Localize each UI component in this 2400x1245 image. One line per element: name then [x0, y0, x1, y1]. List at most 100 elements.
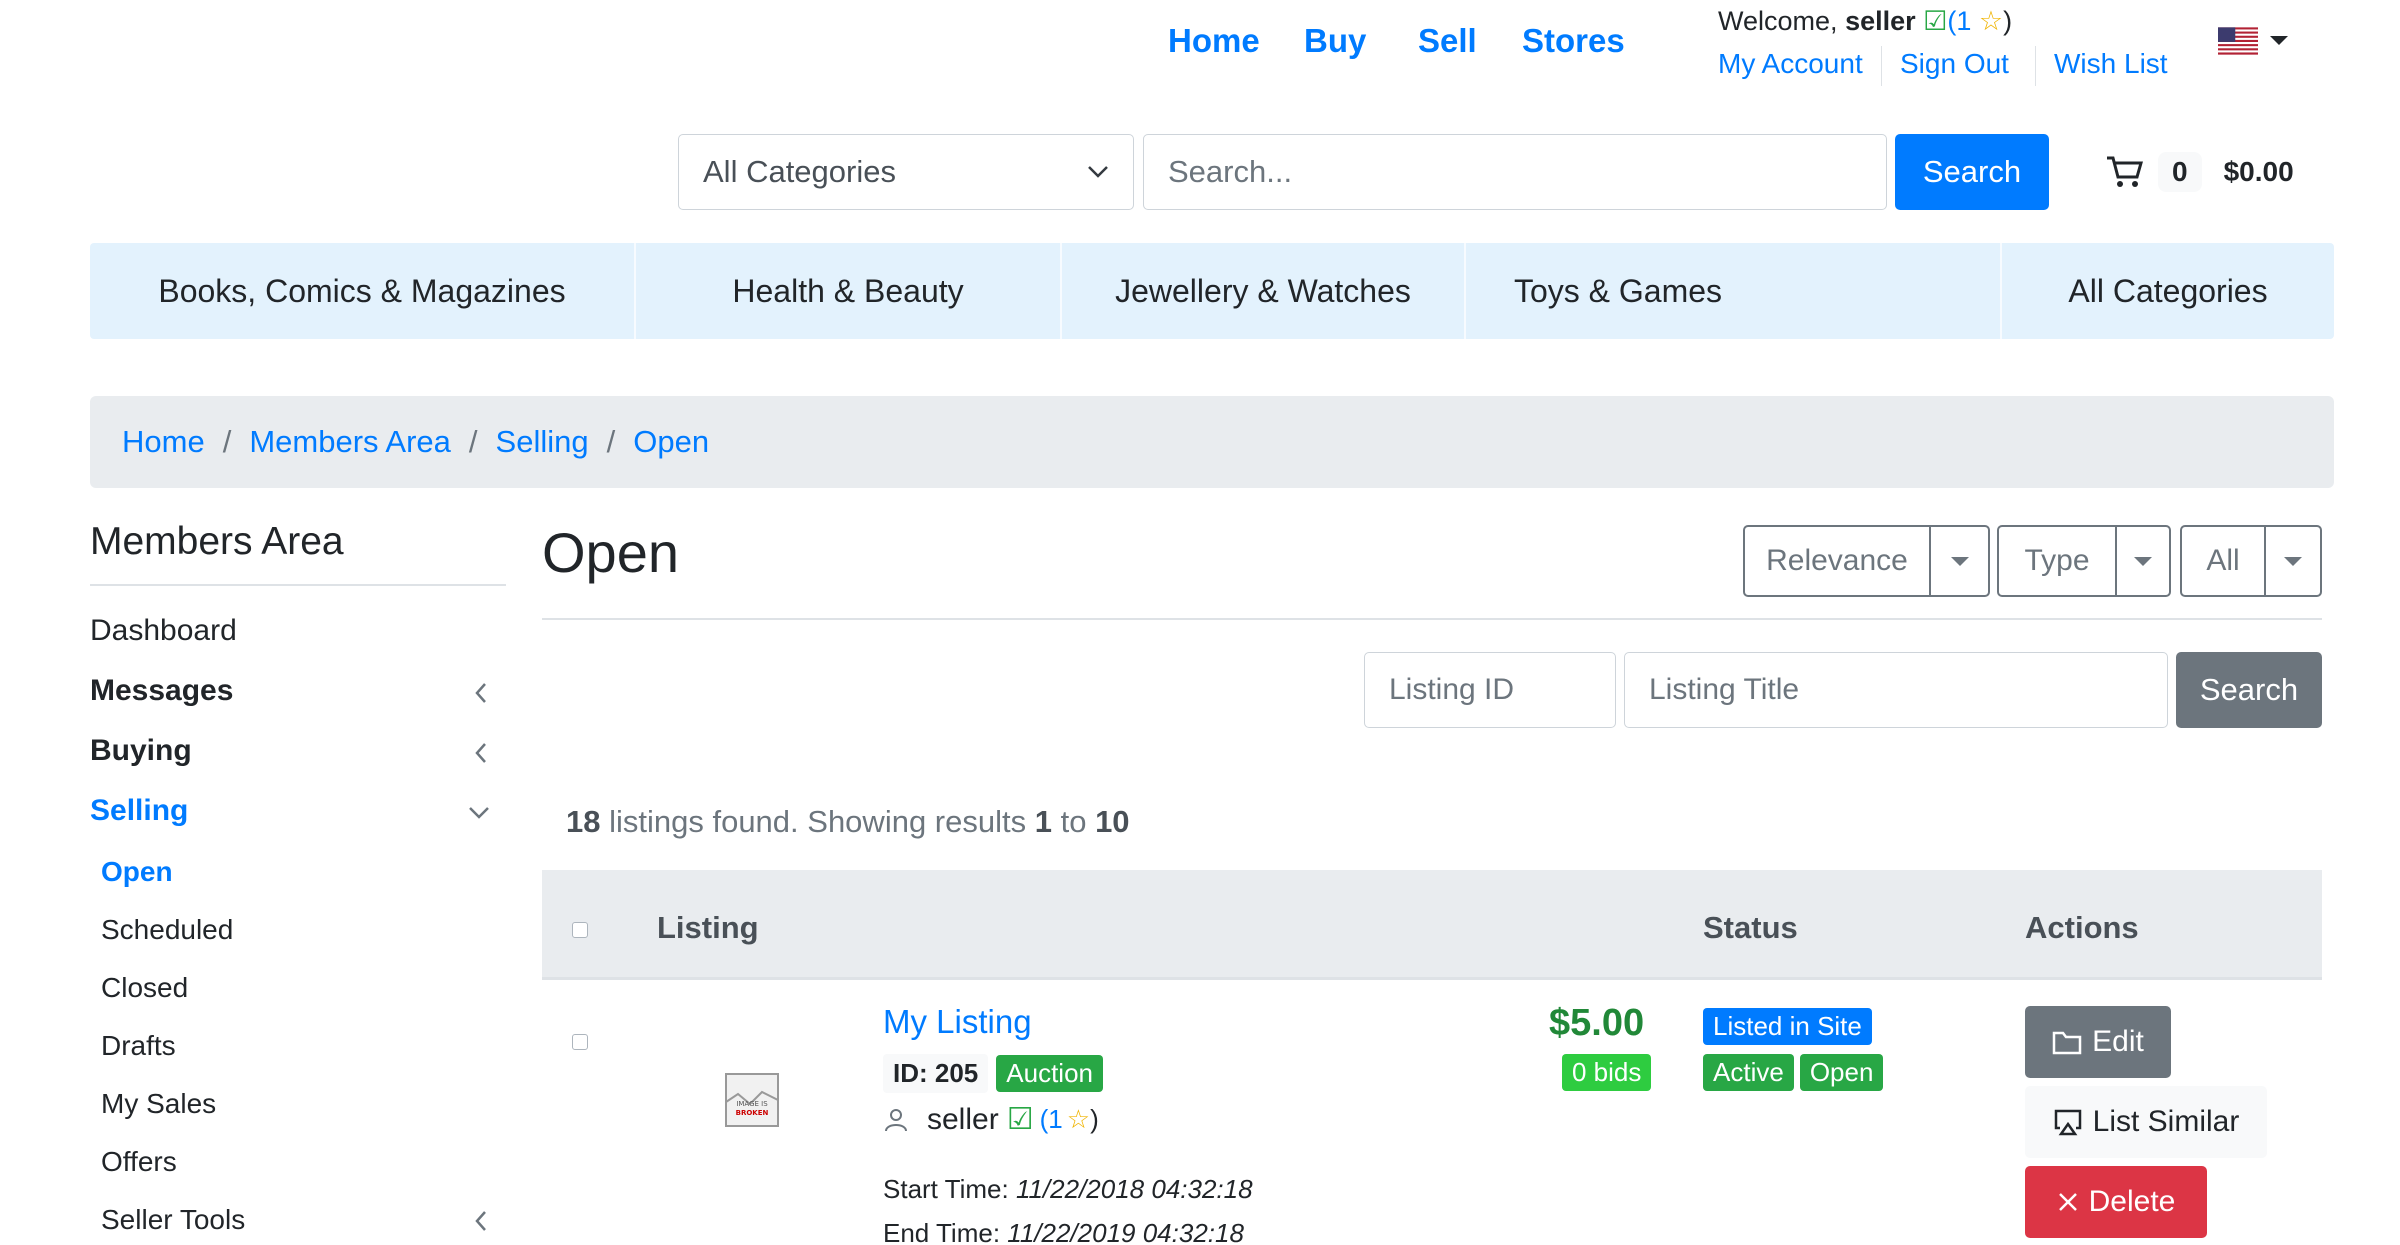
nav-sell[interactable]: Sell: [1418, 22, 1477, 60]
svg-text:BROKEN: BROKEN: [736, 1109, 769, 1117]
breadcrumb-home[interactable]: Home: [122, 424, 205, 460]
sidebar-sub-offers[interactable]: Offers: [101, 1146, 177, 1178]
header-listing: Listing: [657, 910, 759, 945]
folder-icon: [2052, 1031, 2082, 1055]
verified-check-icon: ☑: [1923, 6, 1948, 36]
rating-count[interactable]: 1: [1956, 6, 1971, 36]
listing-end-time: End Time: 11/22/2019 04:32:18: [883, 1218, 1244, 1245]
select-all-checkbox[interactable]: [572, 922, 588, 938]
header-actions: Actions: [2025, 910, 2139, 945]
type-filter-button[interactable]: Type: [1997, 525, 2117, 597]
listing-title-input[interactable]: Listing Title: [1624, 652, 2168, 728]
category-bar: Books, Comics & Magazines Health & Beaut…: [90, 243, 2334, 339]
listing-title-link[interactable]: My Listing: [883, 1003, 1032, 1041]
cart-icon: [2107, 156, 2143, 187]
delete-button[interactable]: Delete: [2025, 1166, 2207, 1238]
nav-buy[interactable]: Buy: [1304, 22, 1366, 60]
table-row: IMAGE IS BROKEN My Listing ID: 205 Aucti…: [542, 982, 2322, 1245]
chevron-left-icon[interactable]: [474, 682, 488, 704]
results-summary: 18 listings found. Showing results 1 to …: [566, 804, 1130, 839]
broken-image-icon: IMAGE IS BROKEN: [725, 1073, 779, 1127]
breadcrumb-open[interactable]: Open: [633, 424, 709, 460]
table-header: Listing Status Actions: [542, 870, 2322, 980]
edit-button[interactable]: Edit: [2025, 1006, 2171, 1078]
listing-start-time: Start Time: 11/22/2018 04:32:18: [883, 1174, 1253, 1204]
wish-list-link[interactable]: Wish List: [2054, 48, 2168, 80]
category-books[interactable]: Books, Comics & Magazines: [90, 243, 634, 339]
sidebar-divider: [90, 584, 506, 586]
category-jewellery-watches[interactable]: Jewellery & Watches: [1062, 243, 1464, 339]
sidebar-sub-my-sales[interactable]: My Sales: [101, 1088, 216, 1120]
all-filter-button[interactable]: All: [2180, 525, 2266, 597]
sort-relevance-dropdown[interactable]: [1929, 525, 1990, 597]
sidebar-sub-scheduled[interactable]: Scheduled: [101, 914, 233, 946]
category-all[interactable]: All Categories: [2002, 243, 2334, 339]
category-health-beauty[interactable]: Health & Beauty: [636, 243, 1060, 339]
airplay-icon: [2054, 1109, 2081, 1136]
star-icon: ☆: [1066, 1104, 1091, 1134]
status-listed-badge: Listed in Site: [1703, 1008, 1872, 1045]
chevron-left-icon[interactable]: [474, 1210, 488, 1232]
status-open-badge: Open: [1799, 1054, 1884, 1091]
listing-price: $5.00: [1549, 1002, 1645, 1044]
seller-name[interactable]: seller: [927, 1103, 999, 1137]
status-active-badge: Active: [1703, 1054, 1794, 1091]
chevron-down-icon[interactable]: [468, 806, 490, 820]
sidebar-sub-closed[interactable]: Closed: [101, 972, 188, 1004]
category-toys-games[interactable]: Toys & Games: [1466, 243, 1770, 339]
locale-dropdown[interactable]: [2218, 24, 2288, 58]
sidebar-item-buying[interactable]: Buying: [90, 734, 192, 768]
search-input[interactable]: Search...: [1143, 134, 1887, 210]
account-links: My Account Sign Out Wish List: [1718, 46, 2168, 86]
category-select-value: All Categories: [703, 154, 896, 189]
sidebar-item-messages[interactable]: Messages: [90, 674, 233, 708]
sidebar-item-dashboard[interactable]: Dashboard: [90, 614, 237, 648]
listing-id-badge: ID: 205: [883, 1054, 989, 1093]
sidebar-title: Members Area: [90, 520, 344, 563]
header-status: Status: [1703, 910, 1798, 945]
welcome-username: seller: [1845, 6, 1916, 36]
listing-meta: ID: 205 Auction: [883, 1054, 1103, 1093]
chevron-down-icon: [1088, 166, 1108, 178]
all-filter-dropdown[interactable]: [2264, 525, 2322, 597]
category-select[interactable]: All Categories: [678, 134, 1134, 210]
sidebar-item-selling[interactable]: Selling: [90, 794, 188, 828]
type-filter-dropdown[interactable]: [2115, 525, 2171, 597]
seller-rating[interactable]: 1: [1048, 1104, 1062, 1135]
svg-text:IMAGE IS: IMAGE IS: [736, 1100, 768, 1108]
caret-down-icon: [2270, 32, 2288, 50]
sidebar-sub-seller-tools[interactable]: Seller Tools: [101, 1204, 245, 1236]
listing-id-input[interactable]: Listing ID: [1364, 652, 1616, 728]
sidebar-sub-open[interactable]: Open: [101, 856, 173, 888]
my-account-link[interactable]: My Account: [1718, 48, 1863, 80]
search-button-label: Search: [1922, 154, 2022, 189]
chevron-left-icon[interactable]: [474, 742, 488, 764]
caret-down-icon: [2284, 556, 2302, 566]
row-select-checkbox[interactable]: [572, 1034, 588, 1050]
sign-out-link[interactable]: Sign Out: [1900, 48, 2009, 80]
bids-badge: 0 bids: [1562, 1054, 1652, 1091]
verified-check-icon: ☑: [1006, 1103, 1034, 1136]
heading-divider: [542, 618, 2322, 620]
listing-type-badge: Auction: [996, 1055, 1103, 1092]
cart-count: 0: [2158, 152, 2202, 192]
us-flag-icon: [2218, 27, 2258, 55]
list-similar-button[interactable]: List Similar: [2025, 1086, 2267, 1158]
search-button[interactable]: Search: [1895, 134, 2049, 210]
page-title: Open: [542, 521, 679, 584]
breadcrumb: Home / Members Area / Selling / Open: [90, 396, 2334, 488]
listing-seller: seller ☑ (1 ☆): [883, 1102, 1099, 1137]
star-icon: ☆: [1978, 6, 2004, 36]
filter-search-button[interactable]: Search: [2176, 652, 2322, 728]
nav-home[interactable]: Home: [1168, 22, 1260, 60]
sort-relevance-button[interactable]: Relevance: [1743, 525, 1931, 597]
welcome-prefix: Welcome,: [1718, 6, 1838, 36]
caret-down-icon: [2134, 556, 2152, 566]
nav-stores[interactable]: Stores: [1522, 22, 1625, 60]
sidebar-sub-drafts[interactable]: Drafts: [101, 1030, 176, 1062]
welcome-text: Welcome, seller ☑(1 ☆): [1718, 6, 2013, 36]
breadcrumb-selling[interactable]: Selling: [496, 424, 589, 460]
cart[interactable]: 0 $0.00: [2106, 150, 2294, 194]
close-icon: [2058, 1193, 2077, 1211]
breadcrumb-members-area[interactable]: Members Area: [249, 424, 451, 460]
